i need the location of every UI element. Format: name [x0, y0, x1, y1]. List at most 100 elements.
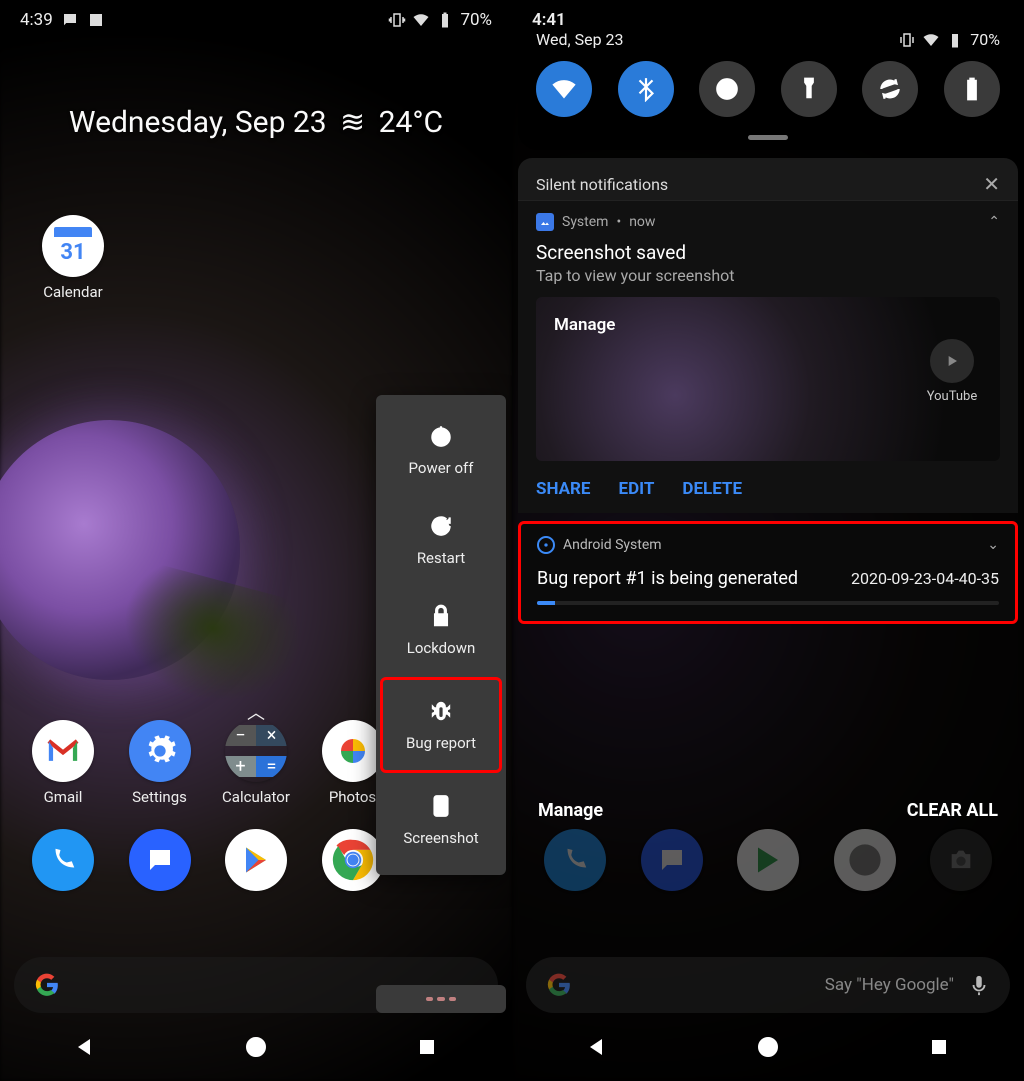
screenshot-icon: [428, 793, 454, 819]
google-logo-icon: [546, 972, 572, 998]
wifi-icon: [922, 31, 940, 49]
calendar-day: 31: [60, 240, 85, 265]
shade-battery: 70%: [970, 30, 1000, 49]
manage-button[interactable]: Manage: [538, 800, 603, 821]
restart-icon: [428, 513, 454, 539]
power-off-button[interactable]: Power off: [376, 405, 506, 495]
bug-icon: [428, 698, 454, 724]
power-off-label: Power off: [409, 459, 474, 477]
google-search-bar[interactable]: Say "Hey Google": [526, 957, 1010, 1013]
google-logo-icon: [34, 972, 60, 998]
temp-text: 24°C: [379, 105, 443, 140]
shade-date: Wed, Sep 23: [536, 30, 624, 49]
shade-status-icons: 70%: [898, 30, 1000, 49]
system-app-icon: [536, 213, 554, 231]
share-button[interactable]: SHARE: [536, 479, 591, 499]
calculator-icon: −× +=: [225, 720, 287, 782]
chrome-icon: [834, 829, 896, 891]
playstore-icon: [737, 829, 799, 891]
vibrate-icon: [898, 31, 916, 49]
calendar-label: Calendar: [28, 283, 118, 301]
battery-icon: [946, 31, 964, 49]
silent-notifications-header: Silent notifications ✕: [518, 158, 1018, 200]
app-phone[interactable]: [18, 829, 108, 891]
gmail-icon: [32, 720, 94, 782]
nav-home-icon[interactable]: [756, 1035, 780, 1059]
status-battery: 70%: [460, 10, 492, 30]
chevron-up-icon[interactable]: ⌃: [988, 214, 1000, 230]
mic-icon[interactable]: [968, 974, 990, 996]
phone-icon: [32, 829, 94, 891]
notification-shade[interactable]: Wed, Sep 23 70% Silent notifications: [512, 0, 1024, 624]
calendar-icon: 31: [42, 215, 104, 277]
chevron-down-icon[interactable]: ⌄: [987, 537, 999, 553]
qs-autorotate[interactable]: [862, 61, 918, 117]
lockdown-button[interactable]: Lockdown: [376, 585, 506, 675]
close-icon[interactable]: ✕: [983, 172, 1000, 196]
notif-actions: SHARE EDIT DELETE: [536, 479, 1000, 499]
qs-dnd[interactable]: [699, 61, 755, 117]
nav-back-icon[interactable]: [73, 1035, 97, 1059]
status-right: 70%: [388, 10, 492, 30]
status-bar: 4:39 70%: [20, 10, 492, 30]
phone-right: 4:41 Wed, Sep 23 70%: [512, 0, 1024, 1081]
nav-back-icon[interactable]: [585, 1035, 609, 1059]
chrome-icon: [322, 829, 384, 891]
wifi-icon: [412, 11, 430, 29]
screenshot-button[interactable]: Screenshot: [376, 775, 506, 865]
qs-bluetooth[interactable]: [618, 61, 674, 117]
messages-icon: [641, 829, 703, 891]
settings-icon: [129, 720, 191, 782]
lockdown-label: Lockdown: [407, 639, 476, 657]
app-calendar[interactable]: 31 Calendar: [28, 215, 118, 301]
restart-button[interactable]: Restart: [376, 495, 506, 585]
nav-home-icon[interactable]: [244, 1035, 268, 1059]
status-time: 4:41: [532, 10, 566, 30]
weather-icon: ≋: [340, 105, 365, 140]
date-weather-widget[interactable]: Wednesday, Sep 23 ≋ 24°C: [0, 105, 512, 140]
vibrate-icon: [388, 11, 406, 29]
notif-app-name: Android System: [563, 537, 662, 553]
notif-time: now: [629, 214, 655, 230]
messages-icon: [129, 829, 191, 891]
preview-manage-label: Manage: [554, 315, 615, 335]
search-placeholder: Say "Hey Google": [825, 975, 954, 995]
bug-report-button[interactable]: Bug report: [380, 677, 502, 773]
bug-report-label: Bug report: [406, 734, 476, 752]
clear-all-button[interactable]: CLEAR ALL: [907, 800, 998, 821]
screenshot-preview[interactable]: Manage YouTube: [536, 297, 1000, 461]
silent-label: Silent notifications: [536, 175, 668, 194]
notification-screenshot[interactable]: System • now ⌃ Screenshot saved Tap to v…: [518, 200, 1018, 513]
playstore-icon: [225, 829, 287, 891]
bug-progress: [537, 601, 999, 605]
screenshot-label: Screenshot: [403, 829, 478, 847]
photos-label: Photos: [329, 788, 376, 806]
app-settings[interactable]: Settings: [115, 720, 205, 806]
power-menu-drag-handle[interactable]: [376, 985, 506, 1013]
shade-bottom-actions: Manage CLEAR ALL: [512, 800, 1024, 821]
android-system-icon: [537, 536, 555, 554]
phone-icon: [544, 829, 606, 891]
app-drawer-handle[interactable]: ︿: [247, 699, 265, 725]
app-playstore[interactable]: [211, 829, 301, 891]
notification-bug-report[interactable]: Android System ⌄ Bug report #1 is being …: [518, 521, 1018, 624]
edit-button[interactable]: EDIT: [619, 479, 655, 499]
calculator-label: Calculator: [222, 788, 290, 806]
youtube-label: YouTube: [927, 389, 978, 404]
power-menu: Power off Restart Lockdown Bug report Sc…: [376, 395, 506, 875]
app-calculator[interactable]: −× += Calculator: [211, 720, 301, 806]
nav-recent-icon[interactable]: [415, 1035, 439, 1059]
nav-recent-icon[interactable]: [927, 1035, 951, 1059]
camera-icon: [930, 829, 992, 891]
qs-wifi[interactable]: [536, 61, 592, 117]
preview-youtube: YouTube: [922, 339, 982, 404]
message-icon: [61, 11, 79, 29]
delete-button[interactable]: DELETE: [682, 479, 742, 499]
app-gmail[interactable]: Gmail: [18, 720, 108, 806]
bug-title: Bug report #1 is being generated: [537, 568, 798, 589]
app-messages[interactable]: [115, 829, 205, 891]
shade-drag-handle[interactable]: [748, 135, 788, 140]
status-bar: 4:41: [532, 10, 1004, 30]
qs-battery-saver[interactable]: [944, 61, 1000, 117]
qs-flashlight[interactable]: [781, 61, 837, 117]
